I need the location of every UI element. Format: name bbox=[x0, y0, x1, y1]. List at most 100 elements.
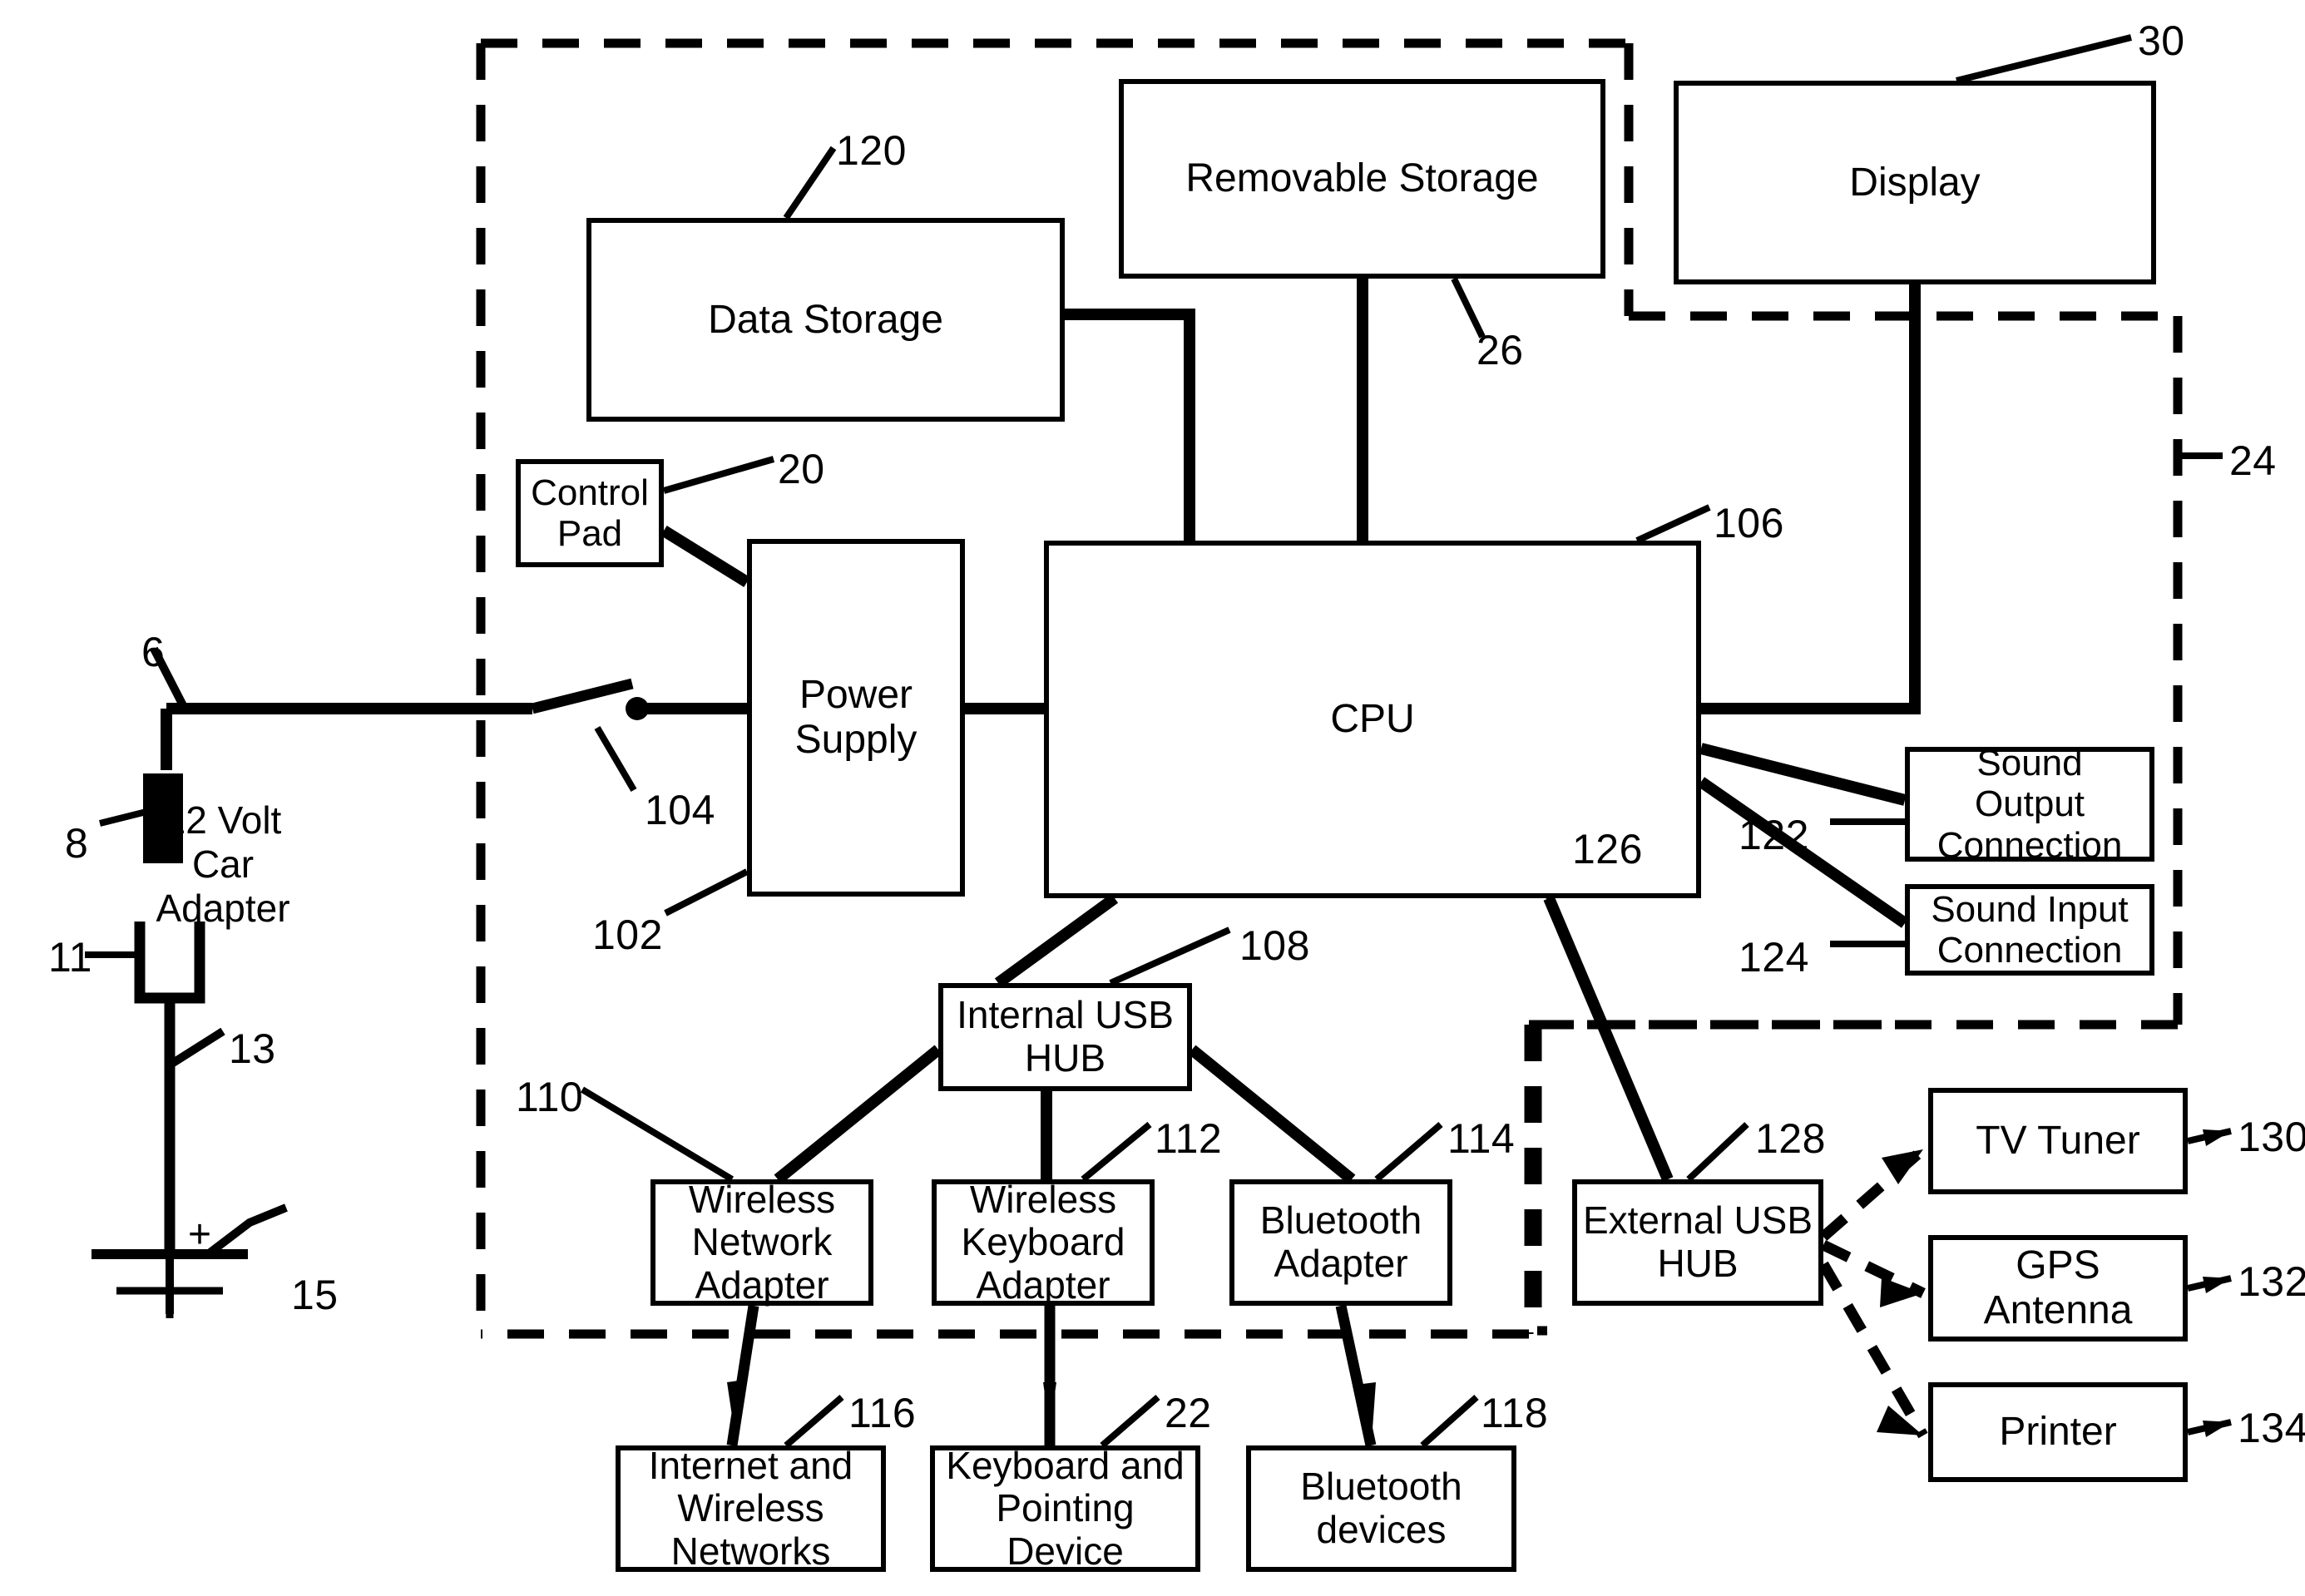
socket-u-shape bbox=[134, 922, 205, 1004]
leader-118 bbox=[1420, 1395, 1479, 1448]
block-label-display: Display bbox=[1849, 160, 1981, 205]
block-sound-output-connection[interactable]: Sound Output Connection bbox=[1905, 743, 2154, 866]
block-label-gps-antenna: GPS Antenna bbox=[1983, 1243, 2133, 1332]
block-keyboard-and-pointing-device[interactable]: Keyboard and Pointing Device bbox=[930, 1443, 1200, 1573]
reference-numeral-112: 112 bbox=[1155, 1115, 1223, 1162]
leader-30 bbox=[1956, 34, 2132, 84]
switch-blade-104 bbox=[531, 678, 634, 714]
block-label-external-usb-hub: External USB HUB bbox=[1582, 1198, 1813, 1285]
block-label-removable-storage: Removable Storage bbox=[1185, 156, 1539, 201]
block-printer[interactable]: Printer bbox=[1928, 1382, 2188, 1482]
arrow-extusb-gps bbox=[1880, 1277, 1923, 1307]
block-wireless-network-adapter[interactable]: Wireless Network Adapter bbox=[650, 1177, 873, 1307]
block-label-bluetooth-devices: Bluetooth devices bbox=[1300, 1465, 1462, 1551]
reference-numeral-118: 118 bbox=[1481, 1390, 1549, 1436]
block-display[interactable]: Display bbox=[1674, 81, 2156, 284]
block-internal-usb-hub[interactable]: Internal USB HUB bbox=[938, 983, 1192, 1091]
reference-numeral-15: 15 bbox=[291, 1272, 339, 1318]
reference-numeral-108: 108 bbox=[1239, 922, 1310, 969]
arrow-134 bbox=[2203, 1421, 2231, 1437]
reference-numeral-6: 6 bbox=[141, 629, 166, 675]
link-cpu-sound-output bbox=[1699, 743, 1907, 806]
block-internet-and-wireless-networks[interactable]: Internet and Wireless Networks bbox=[616, 1443, 886, 1573]
arrow-extusb-tvtuner bbox=[1882, 1149, 1923, 1184]
reference-numeral-122: 122 bbox=[1739, 812, 1809, 858]
block-label-wireless-network-adapter: Wireless Network Adapter bbox=[688, 1177, 836, 1307]
reference-numeral-24: 24 bbox=[2229, 437, 2277, 484]
leader-110 bbox=[580, 1086, 735, 1183]
arrow-130 bbox=[2203, 1129, 2231, 1146]
block-label-internal-usb-hub: Internal USB HUB bbox=[957, 993, 1174, 1080]
reference-numeral-22: 22 bbox=[1165, 1390, 1212, 1436]
block-label-keyboard-and-pointing-device: Keyboard and Pointing Device bbox=[946, 1443, 1185, 1573]
reference-numeral-134: 134 bbox=[2238, 1405, 2305, 1451]
reference-numeral-26: 26 bbox=[1476, 327, 1524, 373]
battery-plus-sign: + bbox=[188, 1213, 211, 1257]
reference-numeral-120: 120 bbox=[836, 127, 907, 174]
reference-numeral-13: 13 bbox=[229, 1025, 276, 1072]
block-tv-tuner[interactable]: TV Tuner bbox=[1928, 1088, 2188, 1194]
leader-102 bbox=[664, 868, 749, 917]
reference-numeral-8: 8 bbox=[65, 820, 89, 867]
reference-numeral-116: 116 bbox=[848, 1390, 917, 1436]
label-12-volt-car-adapter: 12 Volt Car Adapter bbox=[156, 798, 290, 930]
leader-120 bbox=[783, 146, 837, 220]
block-bluetooth-adapter[interactable]: Bluetooth Adapter bbox=[1229, 1179, 1452, 1306]
leader-106 bbox=[1635, 504, 1711, 544]
link-usbhub-wireless-net bbox=[774, 1045, 942, 1184]
block-label-printer: Printer bbox=[1999, 1410, 2117, 1455]
reference-numeral-20: 20 bbox=[778, 446, 825, 492]
leader-128 bbox=[1686, 1122, 1749, 1182]
block-label-tv-tuner: TV Tuner bbox=[1976, 1119, 2140, 1164]
block-label-sound-output-connection: Sound Output Connection bbox=[1936, 743, 2123, 866]
block-bluetooth-devices[interactable]: Bluetooth devices bbox=[1246, 1445, 1516, 1572]
reference-numeral-30: 30 bbox=[2138, 17, 2185, 64]
block-gps-antenna[interactable]: GPS Antenna bbox=[1928, 1235, 2188, 1342]
block-power-supply[interactable]: Power Supply bbox=[747, 539, 965, 897]
reference-numeral-132: 132 bbox=[2238, 1258, 2305, 1305]
reference-numeral-130: 130 bbox=[2238, 1114, 2305, 1160]
arrow-extusb-printer bbox=[1877, 1406, 1923, 1435]
leader-104 bbox=[594, 725, 637, 793]
leader-112 bbox=[1081, 1121, 1152, 1183]
block-label-internet-and-wireless-networks: Internet and Wireless Networks bbox=[648, 1443, 853, 1573]
link-cpu-external-usb-hub bbox=[1543, 896, 1674, 1182]
block-wireless-keyboard-adapter[interactable]: Wireless Keyboard Adapter bbox=[932, 1177, 1155, 1307]
link-data-storage-cpu bbox=[1065, 309, 1195, 541]
leader-108 bbox=[1109, 926, 1231, 986]
leader-13 bbox=[171, 1027, 225, 1067]
reference-numeral-114: 114 bbox=[1447, 1115, 1516, 1162]
block-label-bluetooth-adapter: Bluetooth Adapter bbox=[1259, 1198, 1422, 1285]
link-control-pad-power-supply bbox=[660, 526, 750, 587]
reference-numeral-126: 126 bbox=[1572, 826, 1643, 872]
leader-114 bbox=[1374, 1121, 1443, 1183]
arrow-132 bbox=[2203, 1277, 2231, 1293]
reference-numeral-11: 11 bbox=[48, 934, 92, 981]
reference-numeral-102: 102 bbox=[592, 912, 663, 958]
block-label-control-pad: Control Pad bbox=[531, 472, 649, 554]
block-sound-input-connection[interactable]: Sound Input Connection bbox=[1905, 884, 2154, 976]
link-bta-btdevices bbox=[1335, 1304, 1377, 1447]
block-label-cpu: CPU bbox=[1330, 697, 1415, 742]
block-label-wireless-keyboard-adapter: Wireless Keyboard Adapter bbox=[961, 1177, 1125, 1307]
leader-22 bbox=[1100, 1394, 1160, 1449]
block-label-power-supply: Power Supply bbox=[794, 673, 918, 762]
link-cpu-internal-usb-hub bbox=[994, 893, 1119, 988]
leader-20 bbox=[662, 456, 775, 494]
block-label-data-storage: Data Storage bbox=[708, 297, 943, 342]
link-display-cpu bbox=[1701, 284, 1921, 714]
block-external-usb-hub[interactable]: External USB HUB bbox=[1572, 1179, 1823, 1306]
block-data-storage[interactable]: Data Storage bbox=[586, 218, 1065, 422]
patent-figure-canvas: + Data Storage Removable Storage Display… bbox=[0, 0, 2305, 1596]
leader-116 bbox=[784, 1394, 844, 1449]
block-label-sound-input-connection: Sound Input Connection bbox=[1931, 888, 2129, 971]
reference-numeral-110: 110 bbox=[516, 1074, 584, 1120]
block-removable-storage[interactable]: Removable Storage bbox=[1119, 79, 1605, 279]
link-wna-internet bbox=[726, 1305, 759, 1446]
reference-numeral-106: 106 bbox=[1714, 500, 1784, 546]
reference-numeral-124: 124 bbox=[1739, 934, 1809, 981]
block-control-pad[interactable]: Control Pad bbox=[516, 459, 664, 567]
reference-numeral-104: 104 bbox=[645, 787, 715, 833]
reference-numeral-128: 128 bbox=[1755, 1115, 1826, 1162]
leader-15 bbox=[205, 1203, 288, 1258]
